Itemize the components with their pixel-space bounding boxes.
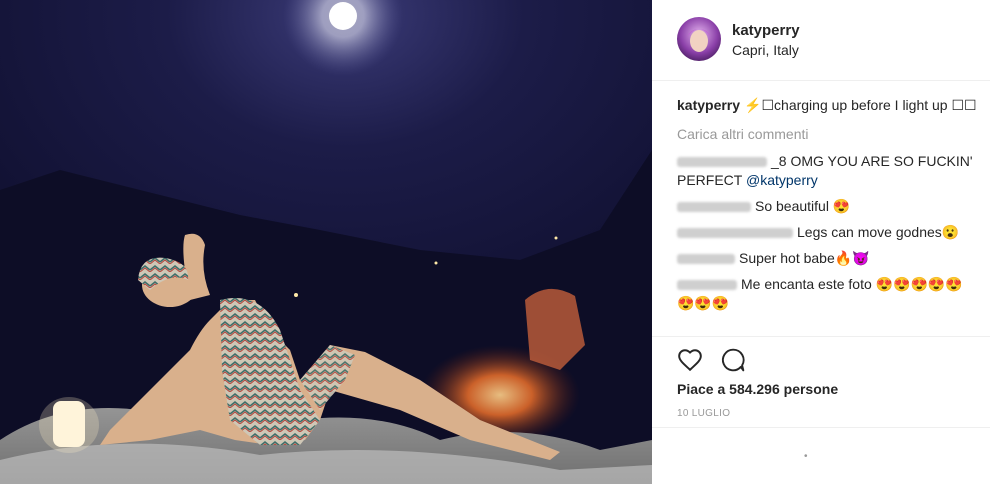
- comment-text: Super hot babe🔥😈: [739, 250, 870, 266]
- comment-text: Legs can move godnes😮: [797, 224, 960, 240]
- post-date[interactable]: 10 LUGLIO: [677, 408, 730, 419]
- comment-input-divider: [652, 427, 990, 428]
- comment-item: Me encanta este foto 😍😍😍😍😍😍😍😍: [677, 275, 977, 313]
- blurred-username[interactable]: [677, 280, 737, 291]
- blurred-username[interactable]: [677, 202, 751, 213]
- comment-mention[interactable]: @katyperry: [746, 172, 818, 188]
- blurred-username[interactable]: [677, 228, 793, 239]
- comment-bubble-icon[interactable]: [720, 347, 746, 373]
- photo-image: [0, 0, 652, 484]
- comment-item: Legs can move godnes😮: [677, 223, 977, 242]
- comment-item: _8 OMG YOU ARE SO FUCKIN' PERFECT @katyp…: [677, 152, 977, 190]
- load-more-comments-button[interactable]: Carica altri commenti: [677, 125, 977, 144]
- likes-count[interactable]: Piace a 584.296 persone: [677, 381, 838, 397]
- caption-text: ⚡☐charging up before I light up ☐☐: [744, 97, 977, 113]
- comment-item: So beautiful 😍: [677, 197, 977, 216]
- post-side-panel: katyperry Capri, Italy katyperry ⚡☐chargi…: [652, 0, 1000, 484]
- post-actions: Piace a 584.296 persone 10 LUGLIO: [652, 336, 990, 437]
- more-options-dots[interactable]: •: [804, 451, 808, 462]
- post-username[interactable]: katyperry: [732, 22, 800, 39]
- blurred-username[interactable]: [677, 254, 735, 265]
- blurred-username[interactable]: [677, 157, 767, 168]
- post-photo[interactable]: [0, 0, 652, 484]
- comment-list: katyperry ⚡☐charging up before I light up…: [677, 96, 977, 320]
- comment-item: Super hot babe🔥😈: [677, 249, 977, 268]
- post-location[interactable]: Capri, Italy: [732, 42, 799, 58]
- comment-text: So beautiful 😍: [755, 198, 851, 214]
- caption-username[interactable]: katyperry: [677, 97, 740, 113]
- like-heart-icon[interactable]: [677, 347, 703, 373]
- avatar[interactable]: [677, 17, 721, 61]
- post-caption: katyperry ⚡☐charging up before I light up…: [677, 96, 977, 115]
- post-header: katyperry Capri, Italy: [652, 0, 990, 81]
